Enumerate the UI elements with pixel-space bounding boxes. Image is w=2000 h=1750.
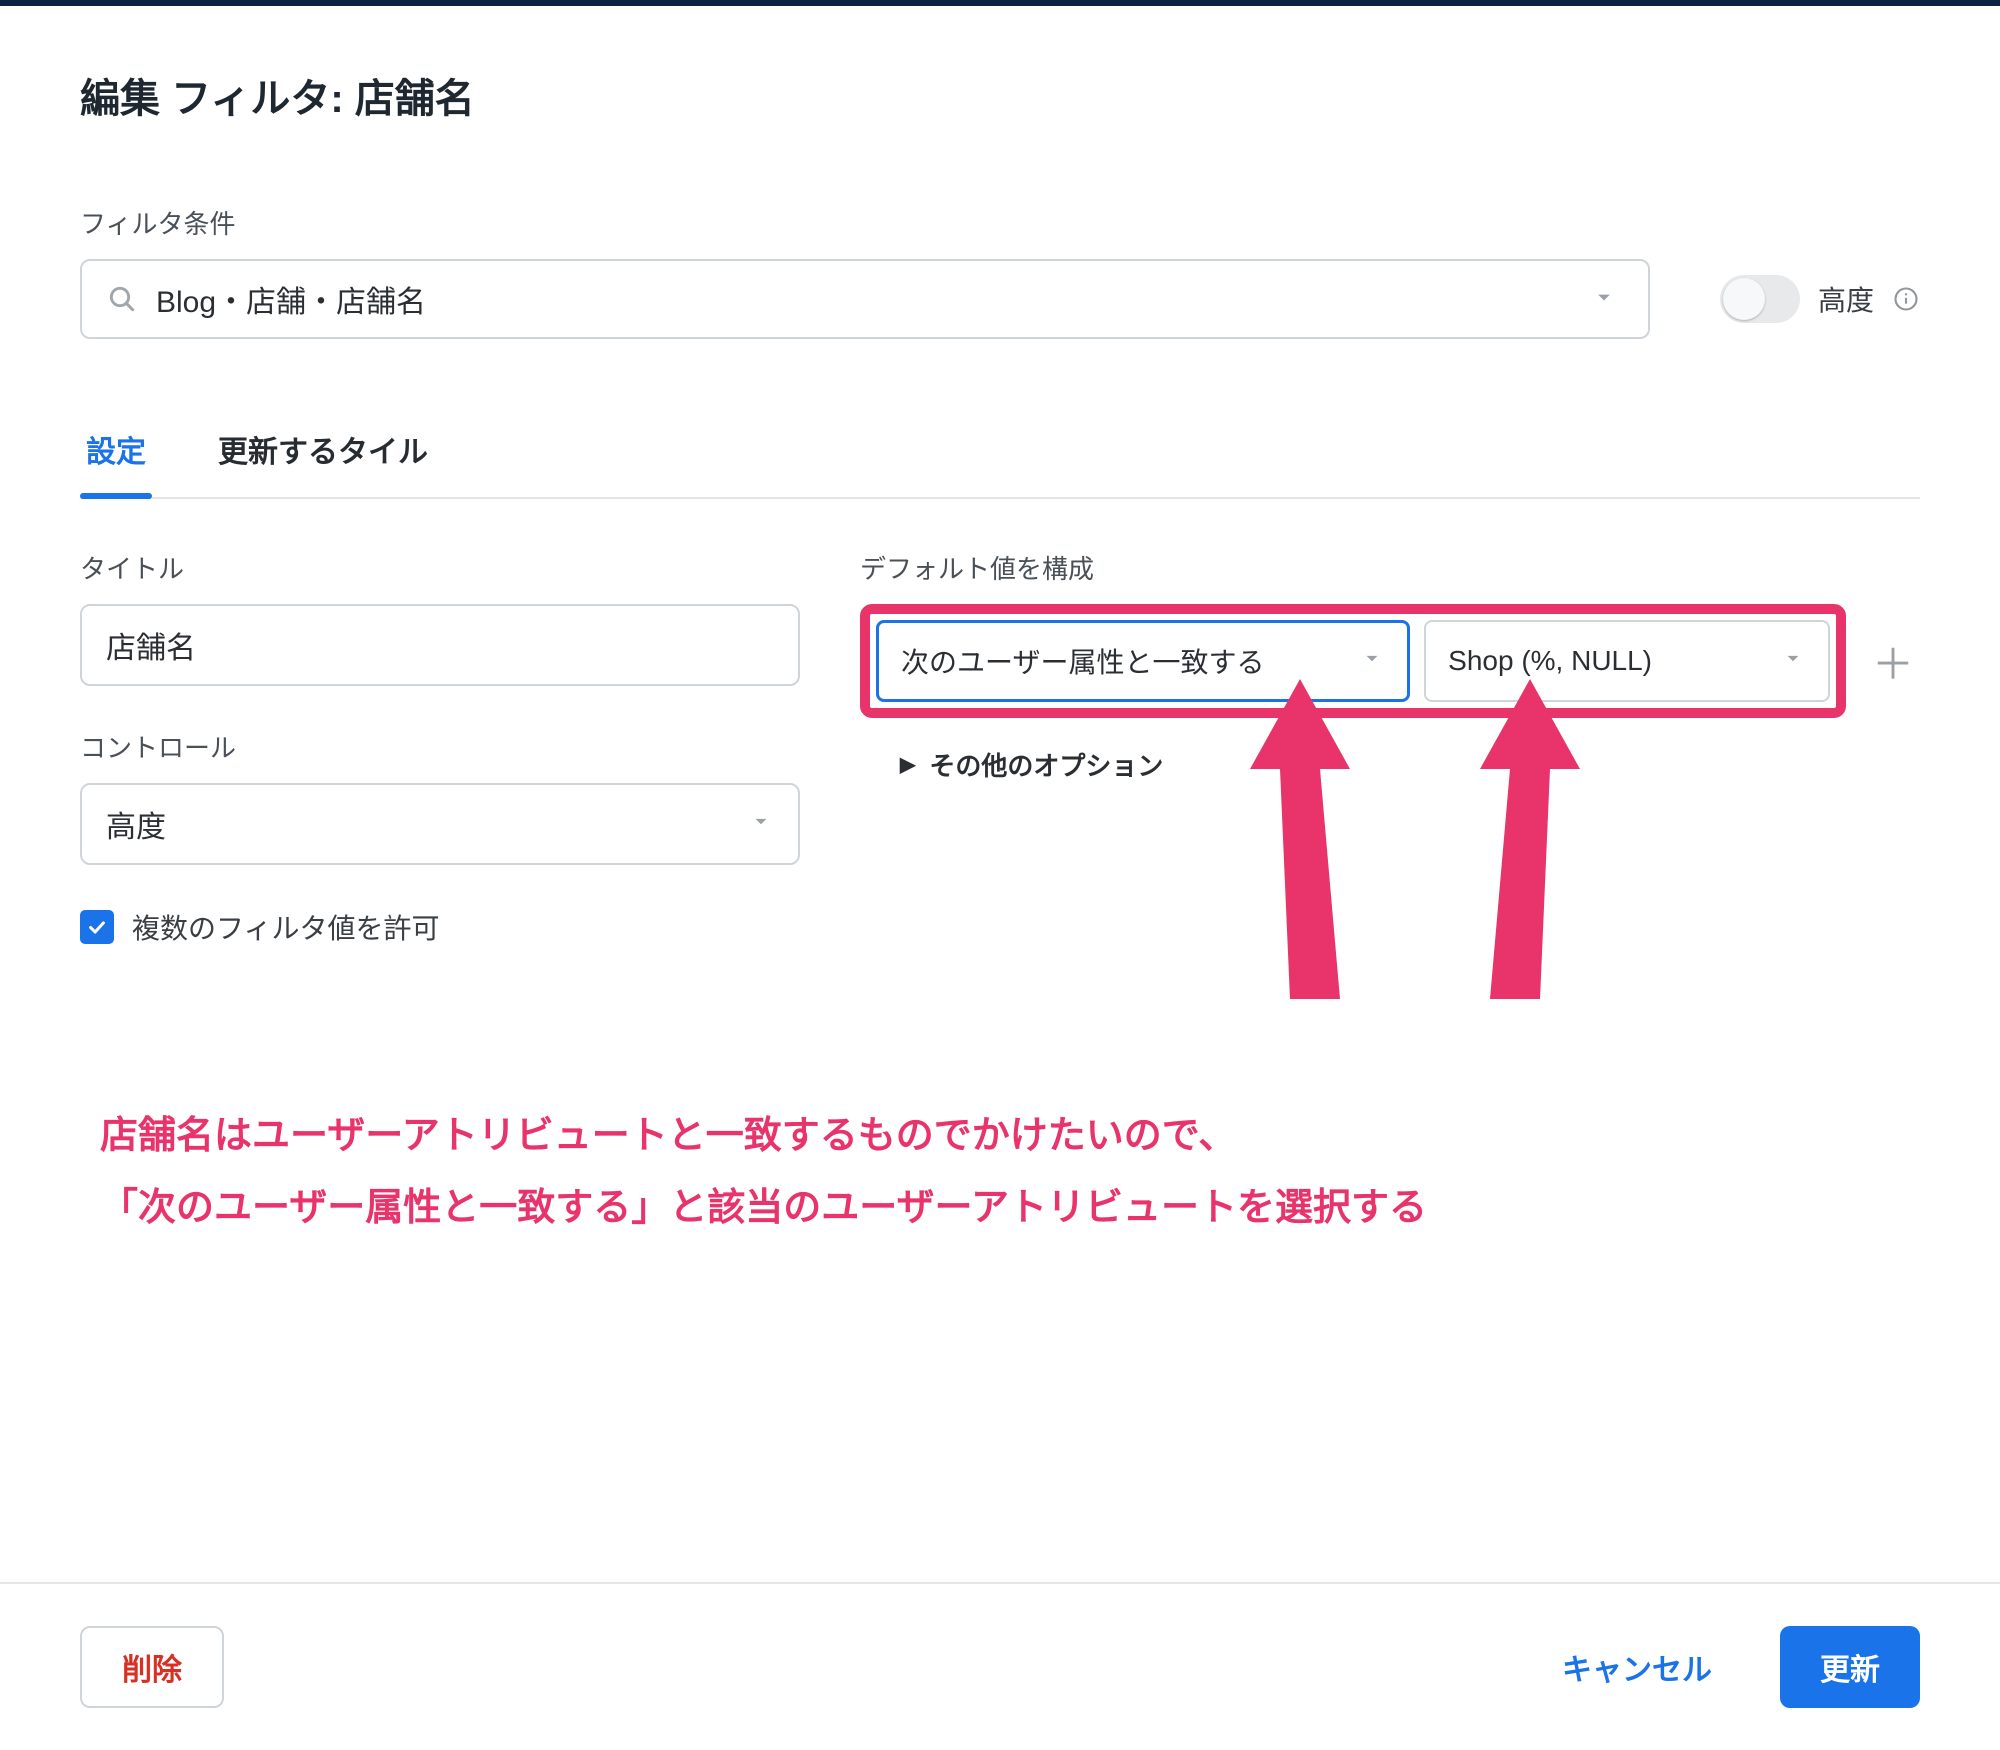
filter-field-select[interactable]: Blog・店舗・店舗名 [80, 259, 1650, 339]
annotation-line: 店舗名はユーザーアトリビュートと一致するものでかけたいので、 [100, 1100, 1920, 1172]
match-condition-value: 次のユーザー属性と一致する [901, 641, 1264, 681]
tab-settings[interactable]: 設定 [80, 409, 152, 497]
advanced-toggle-label: 高度 [1818, 279, 1874, 319]
title-input[interactable] [80, 604, 800, 686]
annotation-highlight: 次のユーザー属性と一致する Shop (%, NULL) [860, 604, 1846, 718]
default-value-label: デフォルト値を構成 [860, 549, 1920, 586]
update-button[interactable]: 更新 [1780, 1626, 1920, 1708]
control-label: コントロール [80, 728, 800, 765]
settings-left-column: タイトル コントロール 高度 複数のフィルタ値を許可 [80, 549, 800, 947]
control-group: コントロール 高度 [80, 728, 800, 865]
cancel-button[interactable]: キャンセル [1522, 1626, 1752, 1708]
chevron-down-icon [1780, 645, 1806, 677]
chevron-down-icon [1590, 283, 1618, 316]
annotation-arrow-icon [1230, 679, 1370, 999]
chevron-down-icon [1359, 645, 1385, 677]
search-icon [106, 283, 138, 315]
checkbox-checked-icon [80, 910, 114, 944]
other-options-label: その他のオプション [929, 746, 1163, 783]
caret-right-icon: ▶ [900, 752, 915, 777]
advanced-toggle[interactable] [1720, 275, 1800, 323]
chevron-down-icon [748, 808, 774, 840]
annotation-line: 「次のユーザー属性と一致する」と該当のユーザーアトリビュートを選択する [100, 1172, 1920, 1244]
advanced-toggle-group: 高度 [1720, 275, 1920, 323]
other-options-toggle[interactable]: ▶ その他のオプション [900, 746, 1920, 783]
default-value-row: 次のユーザー属性と一致する Shop (%, NULL) ＋ [860, 604, 1920, 718]
annotation-text: 店舗名はユーザーアトリビュートと一致するものでかけたいので、 「次のユーザー属性… [100, 1100, 1920, 1244]
dialog-footer: 削除 キャンセル 更新 [0, 1582, 2000, 1750]
dialog-title: 編集 フィルタ: 店舗名 [80, 66, 1920, 124]
annotation-arrow-icon [1460, 679, 1600, 999]
control-select-value: 高度 [106, 802, 166, 846]
delete-button[interactable]: 削除 [80, 1626, 224, 1708]
user-attribute-select[interactable]: Shop (%, NULL) [1424, 620, 1830, 702]
allow-multiple-label: 複数のフィルタ値を許可 [132, 907, 439, 947]
filter-condition-label: フィルタ条件 [80, 204, 1920, 241]
control-select[interactable]: 高度 [80, 783, 800, 865]
edit-filter-dialog: 編集 フィルタ: 店舗名 フィルタ条件 Blog・店舗・店舗名 高度 設定 更新… [0, 6, 2000, 947]
title-label: タイトル [80, 549, 800, 586]
allow-multiple-row[interactable]: 複数のフィルタ値を許可 [80, 907, 800, 947]
user-attribute-value: Shop (%, NULL) [1448, 645, 1652, 677]
settings-right-column: デフォルト値を構成 次のユーザー属性と一致する Shop (%, NULL) [860, 549, 1920, 783]
tab-update-tiles[interactable]: 更新するタイル [212, 409, 434, 497]
filter-field-value: Blog・店舗・店舗名 [156, 277, 1590, 321]
match-condition-select[interactable]: 次のユーザー属性と一致する [876, 620, 1410, 702]
info-icon[interactable] [1892, 285, 1920, 313]
settings-columns: タイトル コントロール 高度 複数のフィルタ値を許可 デフォル [80, 549, 1920, 947]
add-condition-button[interactable]: ＋ [1866, 631, 1920, 692]
filter-condition-row: Blog・店舗・店舗名 高度 [80, 259, 1920, 339]
tabs: 設定 更新するタイル [80, 409, 1920, 499]
title-group: タイトル [80, 549, 800, 686]
